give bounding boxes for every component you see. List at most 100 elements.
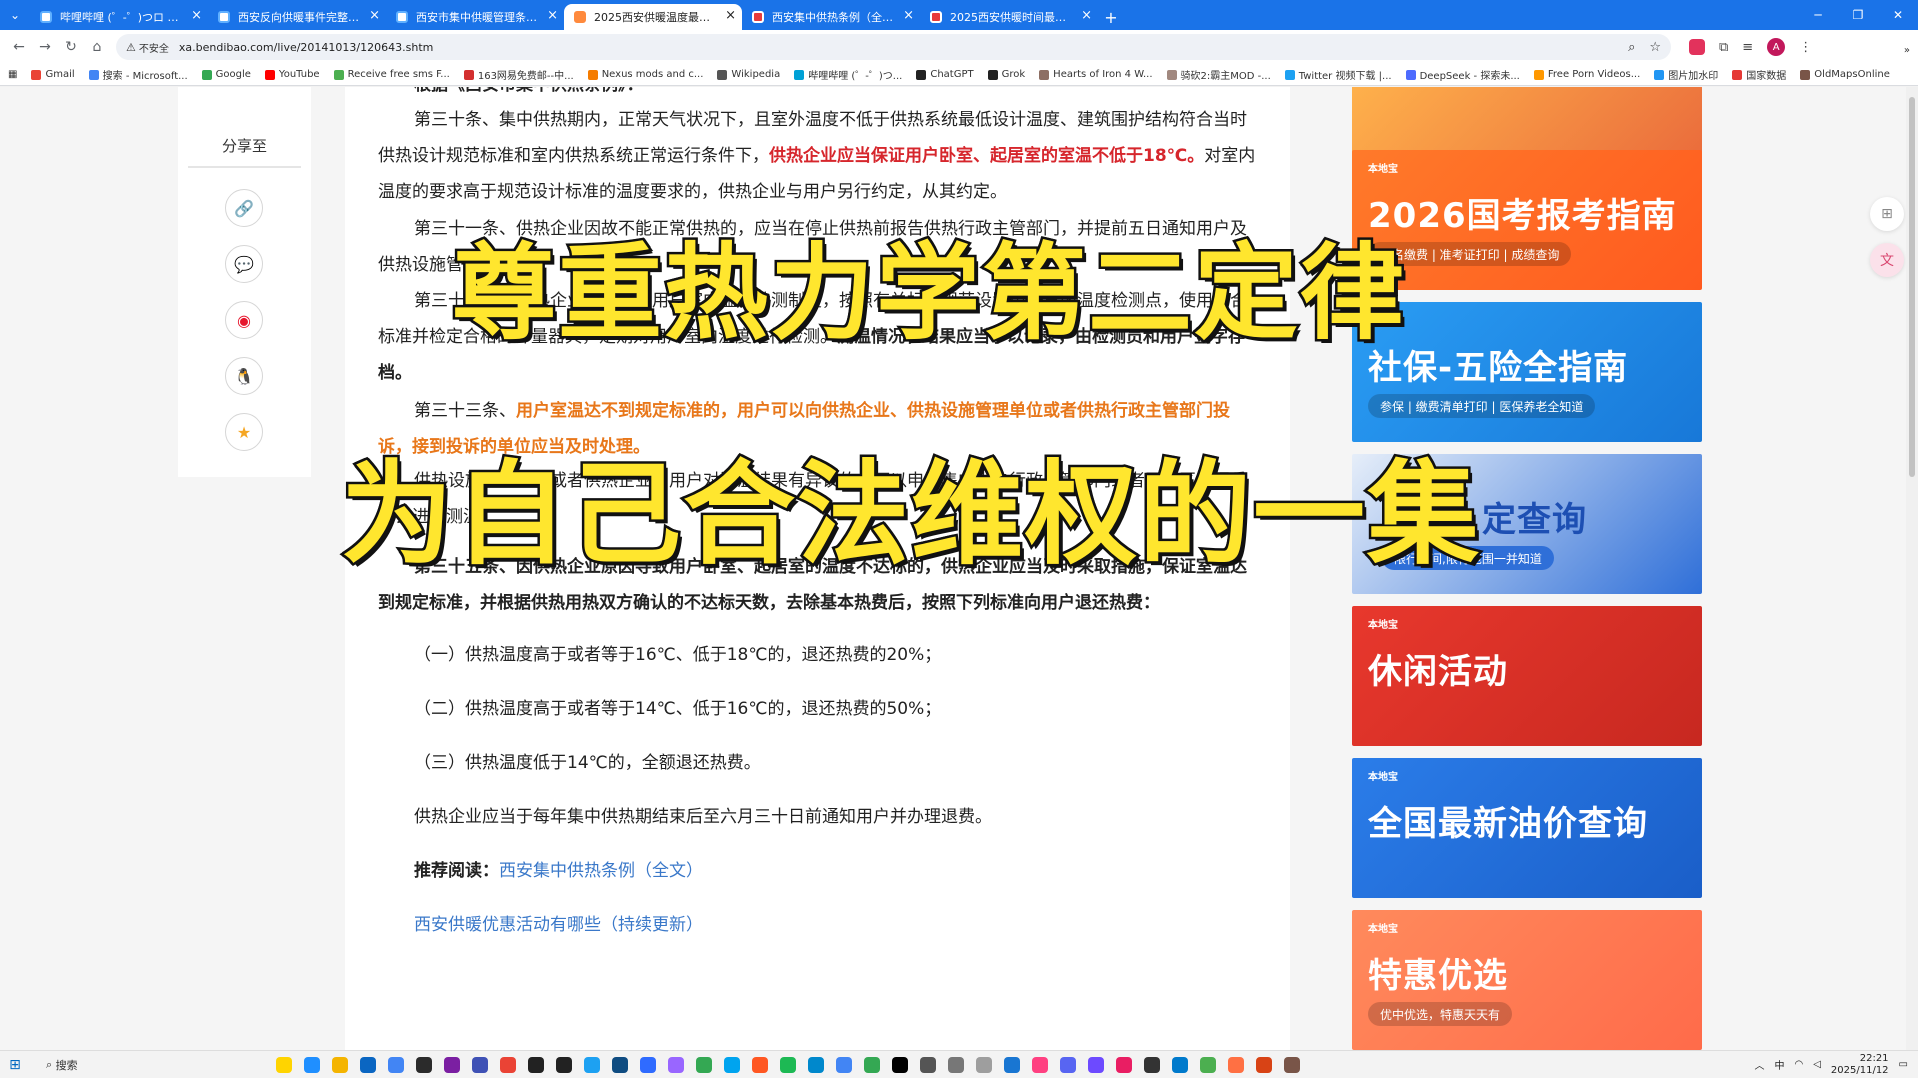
home-icon[interactable]: ⌂	[84, 34, 110, 60]
close-icon[interactable]: ×	[369, 8, 380, 23]
taskbar-app-icon[interactable]	[500, 1056, 516, 1073]
browser-tab[interactable]: 西安市集中供暖管理条例_百度 ×	[386, 4, 564, 30]
tab-search-icon[interactable]: ⌄	[0, 0, 30, 30]
taskbar-app-icon[interactable]	[416, 1056, 432, 1073]
minimize-icon[interactable]: ─	[1798, 0, 1838, 30]
scrollbar-thumb[interactable]	[1909, 97, 1915, 477]
recommend-link[interactable]: 西安供暖优惠活动有哪些（持续更新）	[414, 915, 703, 935]
bookmark-item[interactable]: Gmail	[31, 69, 75, 80]
taskbar-app-icon[interactable]	[1004, 1056, 1020, 1073]
taskbar-app-icon[interactable]	[640, 1056, 656, 1073]
taskbar-app-icon[interactable]	[920, 1056, 936, 1073]
taskbar-app-icon[interactable]	[724, 1056, 740, 1073]
taskbar-app-icon[interactable]	[388, 1056, 404, 1073]
apps-grid-icon[interactable]: ▦	[8, 69, 17, 80]
taskbar-app-icon[interactable]	[1200, 1056, 1216, 1073]
taskbar-app-icon[interactable]	[976, 1056, 992, 1073]
reload-icon[interactable]: ↻	[58, 34, 84, 60]
bookmark-item[interactable]: Wikipedia	[717, 69, 780, 80]
browser-tab[interactable]: 2025西安供暖时间最新消息（ ×	[920, 4, 1098, 30]
close-icon[interactable]: ×	[191, 8, 202, 23]
restore-icon[interactable]: ❐	[1838, 0, 1878, 30]
taskbar-app-icon[interactable]	[836, 1056, 852, 1073]
network-icon[interactable]: ◠	[1794, 1059, 1803, 1070]
taskbar-app-icon[interactable]	[752, 1056, 768, 1073]
browser-tab[interactable]: 西安集中供热条例（全文）- 西 ×	[742, 4, 920, 30]
bookmark-item[interactable]: 搜索 - Microsoft...	[88, 67, 188, 82]
bookmark-item[interactable]: YouTube	[264, 69, 320, 80]
bookmark-item[interactable]: Grok	[987, 69, 1025, 80]
ad-banner[interactable]: 本地宝 特惠优选 优中优选，特惠天天有	[1352, 910, 1702, 1050]
close-icon[interactable]: ×	[903, 8, 914, 23]
taskbar-app-icon[interactable]	[1256, 1056, 1272, 1073]
bookmark-item[interactable]: 国家数据	[1732, 67, 1786, 82]
bookmark-star-icon[interactable]: ☆	[1649, 40, 1661, 55]
bookmark-item[interactable]: ChatGPT	[916, 69, 974, 80]
taskbar-app-icon[interactable]	[584, 1056, 600, 1073]
browser-tab[interactable]: 西安反向供暖事件完整版。热力 ×	[208, 4, 386, 30]
taskbar-app-icon[interactable]	[1228, 1056, 1244, 1073]
taskbar-app-icon[interactable]	[948, 1056, 964, 1073]
scrollbar[interactable]	[1906, 87, 1918, 1050]
url-text[interactable]: xa.bendibao.com/live/20141013/120643.sht…	[179, 41, 433, 54]
taskbar-app-icon[interactable]	[1284, 1056, 1300, 1073]
extensions-puzzle-icon[interactable]: ⧉	[1719, 40, 1728, 55]
taskbar-app-icon[interactable]	[892, 1056, 908, 1073]
bookmark-item[interactable]: Hearts of Iron 4 W...	[1039, 69, 1153, 80]
forward-icon[interactable]: →	[32, 34, 58, 60]
taskbar-app-icon[interactable]	[1088, 1056, 1104, 1073]
taskbar-app-icon[interactable]	[808, 1056, 824, 1073]
taskbar-app-icon[interactable]	[528, 1056, 544, 1073]
zoom-icon[interactable]: ⌕	[1628, 40, 1635, 55]
taskbar-app-icon[interactable]	[1032, 1056, 1048, 1073]
volume-icon[interactable]: ◁	[1813, 1059, 1821, 1070]
close-icon[interactable]: ×	[725, 8, 736, 23]
security-indicator[interactable]: ⚠ 不安全	[126, 40, 169, 55]
windows-start-icon[interactable]: ⊞	[0, 1051, 30, 1078]
close-icon[interactable]: ×	[547, 8, 558, 23]
extension-icon[interactable]	[1689, 39, 1705, 55]
taskbar-app-icon[interactable]	[472, 1056, 488, 1073]
chevron-up-icon[interactable]: ︿	[1754, 1057, 1764, 1072]
qq-icon[interactable]: 🐧	[225, 357, 263, 395]
taskbar-app-icon[interactable]	[612, 1056, 628, 1073]
taskbar-app-icon[interactable]	[332, 1056, 348, 1073]
bookmark-item[interactable]: 163网易免费邮--中...	[463, 67, 574, 82]
bookmark-item[interactable]: 图片加水印	[1654, 67, 1718, 82]
bookmark-item[interactable]: 哔哩哔哩 (゜-゜)つ...	[794, 67, 902, 82]
bookmark-item[interactable]: Google	[201, 69, 251, 80]
ime-indicator[interactable]: 中	[1774, 1057, 1784, 1072]
taskbar-app-icon[interactable]	[360, 1056, 376, 1073]
taskbar-app-icon[interactable]	[304, 1056, 320, 1073]
taskbar-app-icon[interactable]	[668, 1056, 684, 1073]
media-icon[interactable]: ≡	[1742, 40, 1753, 55]
taskbar-app-icon[interactable]	[276, 1056, 292, 1073]
taskbar-app-icon[interactable]	[444, 1056, 460, 1073]
bookmark-item[interactable]: 骑砍2:霸主MOD -...	[1166, 67, 1271, 82]
taskbar-app-icon[interactable]	[1116, 1056, 1132, 1073]
taskbar-app-icon[interactable]	[556, 1056, 572, 1073]
ad-banner[interactable]: 本地宝 全国最新油价查询	[1352, 758, 1702, 898]
close-icon[interactable]: ×	[1081, 8, 1092, 23]
bookmark-item[interactable]: Receive free sms F...	[333, 69, 450, 80]
ad-banner[interactable]: 本地宝 休闲活动	[1352, 606, 1702, 746]
bookmark-item[interactable]: DeepSeek - 探索未...	[1405, 67, 1520, 82]
clock[interactable]: 22:21 2025/11/12	[1831, 1053, 1889, 1077]
taskbar-app-icon[interactable]	[1172, 1056, 1188, 1073]
taskbar-app-icon[interactable]	[864, 1056, 880, 1073]
back-icon[interactable]: ←	[6, 34, 32, 60]
bookmark-item[interactable]: Nexus mods and c...	[587, 69, 703, 80]
taskbar-app-icon[interactable]	[780, 1056, 796, 1073]
taskbar-app-icon[interactable]	[1144, 1056, 1160, 1073]
browser-tab[interactable]: 哔哩哔哩 (゜-゜)つロ 干杯~-bi ×	[30, 4, 208, 30]
profile-avatar[interactable]: A	[1767, 38, 1786, 56]
bookmark-item[interactable]: Free Porn Videos...	[1533, 69, 1640, 80]
browser-tab-active[interactable]: 2025西安供暖温度最新规定-西 ×	[564, 4, 742, 30]
recommend-link[interactable]: 西安集中供热条例（全文）	[499, 861, 703, 881]
notification-icon[interactable]: ▭	[1899, 1059, 1908, 1070]
address-bar[interactable]: ⚠ 不安全 xa.bendibao.com/live/20141013/12064…	[116, 34, 1671, 60]
taskbar-search[interactable]: ⌕ 搜索	[36, 1054, 236, 1076]
bookmark-item[interactable]: Twitter 视频下载 |...	[1284, 67, 1392, 82]
new-tab-button[interactable]: +	[1098, 4, 1124, 30]
bookmark-item[interactable]: OldMapsOnline	[1800, 69, 1890, 80]
